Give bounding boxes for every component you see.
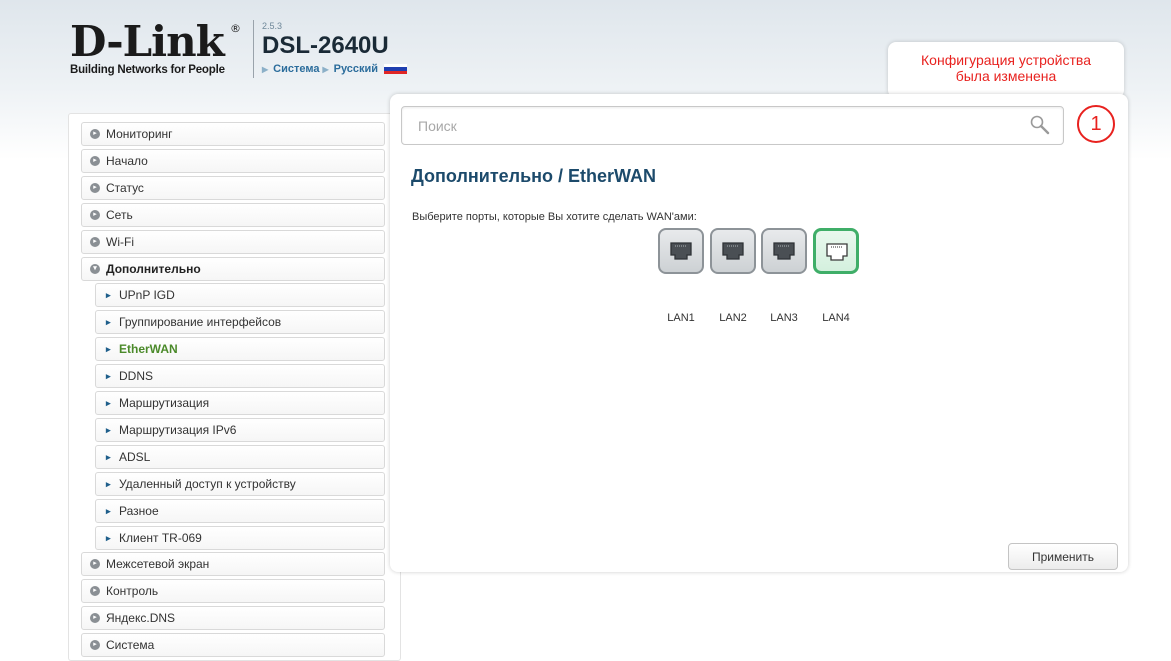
logo-registered-mark: ® xyxy=(230,22,241,35)
sidebar-subitem-6[interactable]: ▸ ADSL xyxy=(95,445,385,469)
sidebar-item-7[interactable]: ▸ Контроль xyxy=(81,579,385,603)
nav-arrow-icon: ▶ xyxy=(262,64,269,74)
ethernet-port-icon xyxy=(722,242,744,260)
menu-item-label: Система xyxy=(106,638,155,652)
sidebar-item-2[interactable]: ▸ Статус xyxy=(81,176,385,200)
expand-right-icon: ▸ xyxy=(90,613,100,623)
logo-text: D-Link xyxy=(70,17,225,66)
menu-item-label: Сеть xyxy=(106,208,133,222)
menu-item-label: Маршрутизация xyxy=(119,396,210,410)
nav-link-language[interactable]: Русский xyxy=(334,63,378,75)
expand-right-icon: ▸ xyxy=(90,156,100,166)
search-input[interactable] xyxy=(402,107,1002,144)
menu-item-label: UPnP IGD xyxy=(119,288,175,302)
sidebar-subitem-3[interactable]: ▸ DDNS xyxy=(95,364,385,388)
sidebar-item-6[interactable]: ▸ Межсетевой экран xyxy=(81,552,385,576)
expand-right-icon: ▸ xyxy=(90,237,100,247)
sidebar-subitem-9[interactable]: ▸ Клиент TR-069 xyxy=(95,526,385,550)
menu-item-label: Начало xyxy=(106,154,148,168)
sidebar-item-5[interactable]: ▾ Дополнительно xyxy=(81,257,385,281)
port-lan3[interactable] xyxy=(761,228,807,274)
menu-item-label: Wi-Fi xyxy=(106,235,134,249)
chevron-right-icon: ▸ xyxy=(106,290,111,300)
sidebar-subitem-2[interactable]: ▸ EtherWAN xyxy=(95,337,385,361)
sidebar-subitem-0[interactable]: ▸ UPnP IGD xyxy=(95,283,385,307)
sidebar-subitem-4[interactable]: ▸ Маршрутизация xyxy=(95,391,385,415)
chevron-right-icon: ▸ xyxy=(106,344,111,354)
expand-down-icon: ▾ xyxy=(90,264,100,274)
chevron-right-icon: ▸ xyxy=(106,371,111,381)
firmware-version: 2.5.3 xyxy=(262,21,283,31)
menu-item-label: Маршрутизация IPv6 xyxy=(119,423,237,437)
menu-item-label: Клиент TR-069 xyxy=(119,531,202,545)
notification-line2: была изменена xyxy=(955,68,1057,84)
chevron-right-icon: ▸ xyxy=(106,452,111,462)
menu-item-label: Разное xyxy=(119,504,159,518)
menu-item-label: Яндекс.DNS xyxy=(106,611,176,625)
search-icon[interactable] xyxy=(1029,114,1051,136)
sidebar-item-0[interactable]: ▸ Мониторинг xyxy=(81,122,385,146)
nav-arrow-icon: ▶ xyxy=(322,64,329,74)
port-label: LAN1 xyxy=(667,312,695,324)
sidebar-item-3[interactable]: ▸ Сеть xyxy=(81,203,385,227)
expand-right-icon: ▸ xyxy=(90,129,100,139)
menu-item-label: Контроль xyxy=(106,584,159,598)
port-lan1[interactable] xyxy=(658,228,704,274)
menu-item-label: ADSL xyxy=(119,450,151,464)
chevron-right-icon: ▸ xyxy=(106,317,111,327)
logo-tagline: Building Networks for People xyxy=(70,64,225,76)
sidebar-subitem-1[interactable]: ▸ Группирование интерфейсов xyxy=(95,310,385,334)
sidebar-item-8[interactable]: ▸ Яндекс.DNS xyxy=(81,606,385,630)
header-divider xyxy=(253,20,254,78)
notification-badge[interactable]: 1 xyxy=(1077,105,1115,143)
expand-right-icon: ▸ xyxy=(90,586,100,596)
ethernet-port-icon xyxy=(826,243,848,261)
menu-item-label: Удаленный доступ к устройству xyxy=(119,477,296,491)
page-title: Дополнительно / EtherWAN xyxy=(411,166,657,186)
russian-flag-icon[interactable] xyxy=(384,63,408,75)
header-nav: ▶ Система ▶ Русский xyxy=(262,63,408,75)
chevron-right-icon: ▸ xyxy=(106,533,111,543)
chevron-right-icon: ▸ xyxy=(106,398,111,408)
config-changed-notification[interactable]: Конфигурация устройства была изменена xyxy=(888,42,1124,98)
dlink-logo[interactable]: D-Link ® Building Networks for People xyxy=(70,20,245,82)
port-label: LAN2 xyxy=(719,312,747,324)
ethernet-port-icon xyxy=(773,242,795,260)
expand-right-icon: ▸ xyxy=(90,210,100,220)
expand-right-icon: ▸ xyxy=(90,559,100,569)
expand-right-icon: ▸ xyxy=(90,640,100,650)
device-model: DSL-2640U xyxy=(262,32,389,59)
apply-button[interactable]: Применить xyxy=(1008,543,1118,570)
menu-item-label: Межсетевой экран xyxy=(106,557,210,571)
ethernet-port-icon xyxy=(670,242,692,260)
nav-link-system[interactable]: Система xyxy=(273,63,319,75)
chevron-right-icon: ▸ xyxy=(106,506,111,516)
search-box xyxy=(401,106,1064,145)
sidebar-item-4[interactable]: ▸ Wi-Fi xyxy=(81,230,385,254)
sidebar-item-9[interactable]: ▸ Система xyxy=(81,633,385,657)
menu-item-label: Группирование интерфейсов xyxy=(119,315,282,329)
port-instruction: Выберите порты, которые Вы хотите сделат… xyxy=(412,211,697,223)
menu-item-label: EtherWAN xyxy=(119,342,178,356)
port-label: LAN3 xyxy=(770,312,798,324)
sidebar-subitem-7[interactable]: ▸ Удаленный доступ к устройству xyxy=(95,472,385,496)
expand-right-icon: ▸ xyxy=(90,183,100,193)
sidebar-subitem-8[interactable]: ▸ Разное xyxy=(95,499,385,523)
port-label: LAN4 xyxy=(822,312,850,324)
chevron-right-icon: ▸ xyxy=(106,479,111,489)
menu-item-label: Дополнительно xyxy=(106,262,201,276)
sidebar-subitem-5[interactable]: ▸ Маршрутизация IPv6 xyxy=(95,418,385,442)
port-lan4[interactable] xyxy=(813,228,859,274)
notification-line1: Конфигурация устройства xyxy=(921,52,1091,68)
sidebar-item-1[interactable]: ▸ Начало xyxy=(81,149,385,173)
menu-item-label: Статус xyxy=(106,181,144,195)
chevron-right-icon: ▸ xyxy=(106,425,111,435)
port-lan2[interactable] xyxy=(710,228,756,274)
menu-item-label: DDNS xyxy=(119,369,154,383)
menu-item-label: Мониторинг xyxy=(106,127,173,141)
